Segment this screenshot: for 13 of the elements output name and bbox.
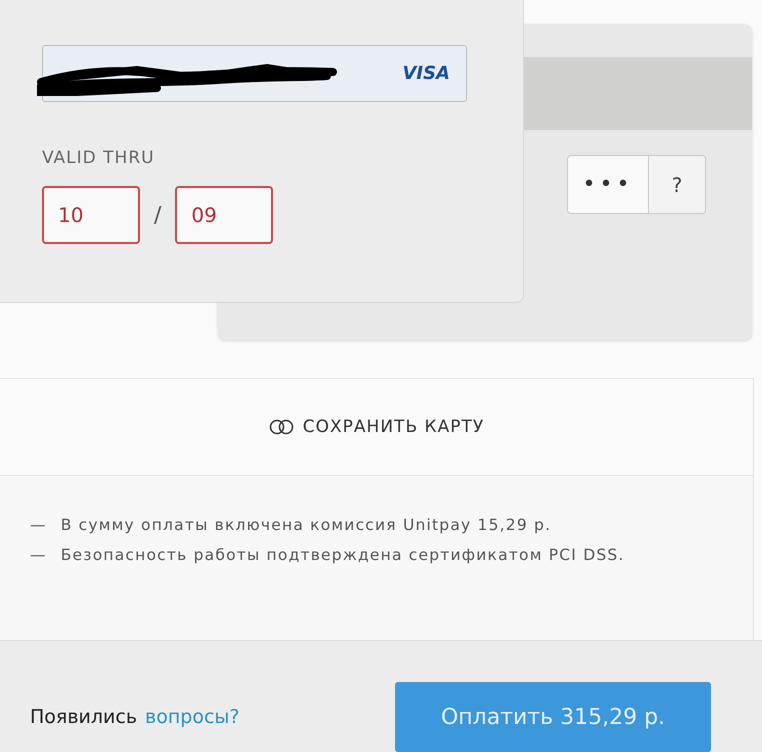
expiry-separator: / (154, 202, 162, 228)
note-text: Безопасность работы подтверждена сертификатом PCI DSS. (60, 546, 625, 564)
dash: — (30, 546, 47, 564)
save-card-toggle[interactable]: СОХРАНИТЬ КАРТУ (264, 413, 488, 441)
cvv-field[interactable]: ••• ? (567, 155, 706, 214)
dash: — (30, 516, 47, 534)
help-button[interactable]: ? (649, 156, 705, 213)
expiry-month-field[interactable]: 10 (42, 186, 140, 244)
card-brand-logo: VISA (402, 63, 450, 84)
valid-thru-label: VALID THRU (42, 148, 155, 168)
question-text: Появились (30, 706, 138, 728)
note-text: В сумму оплаты включена комиссия Unitpay 15,29 р. (60, 516, 552, 534)
expiry-year-field[interactable]: 09 (175, 186, 274, 244)
